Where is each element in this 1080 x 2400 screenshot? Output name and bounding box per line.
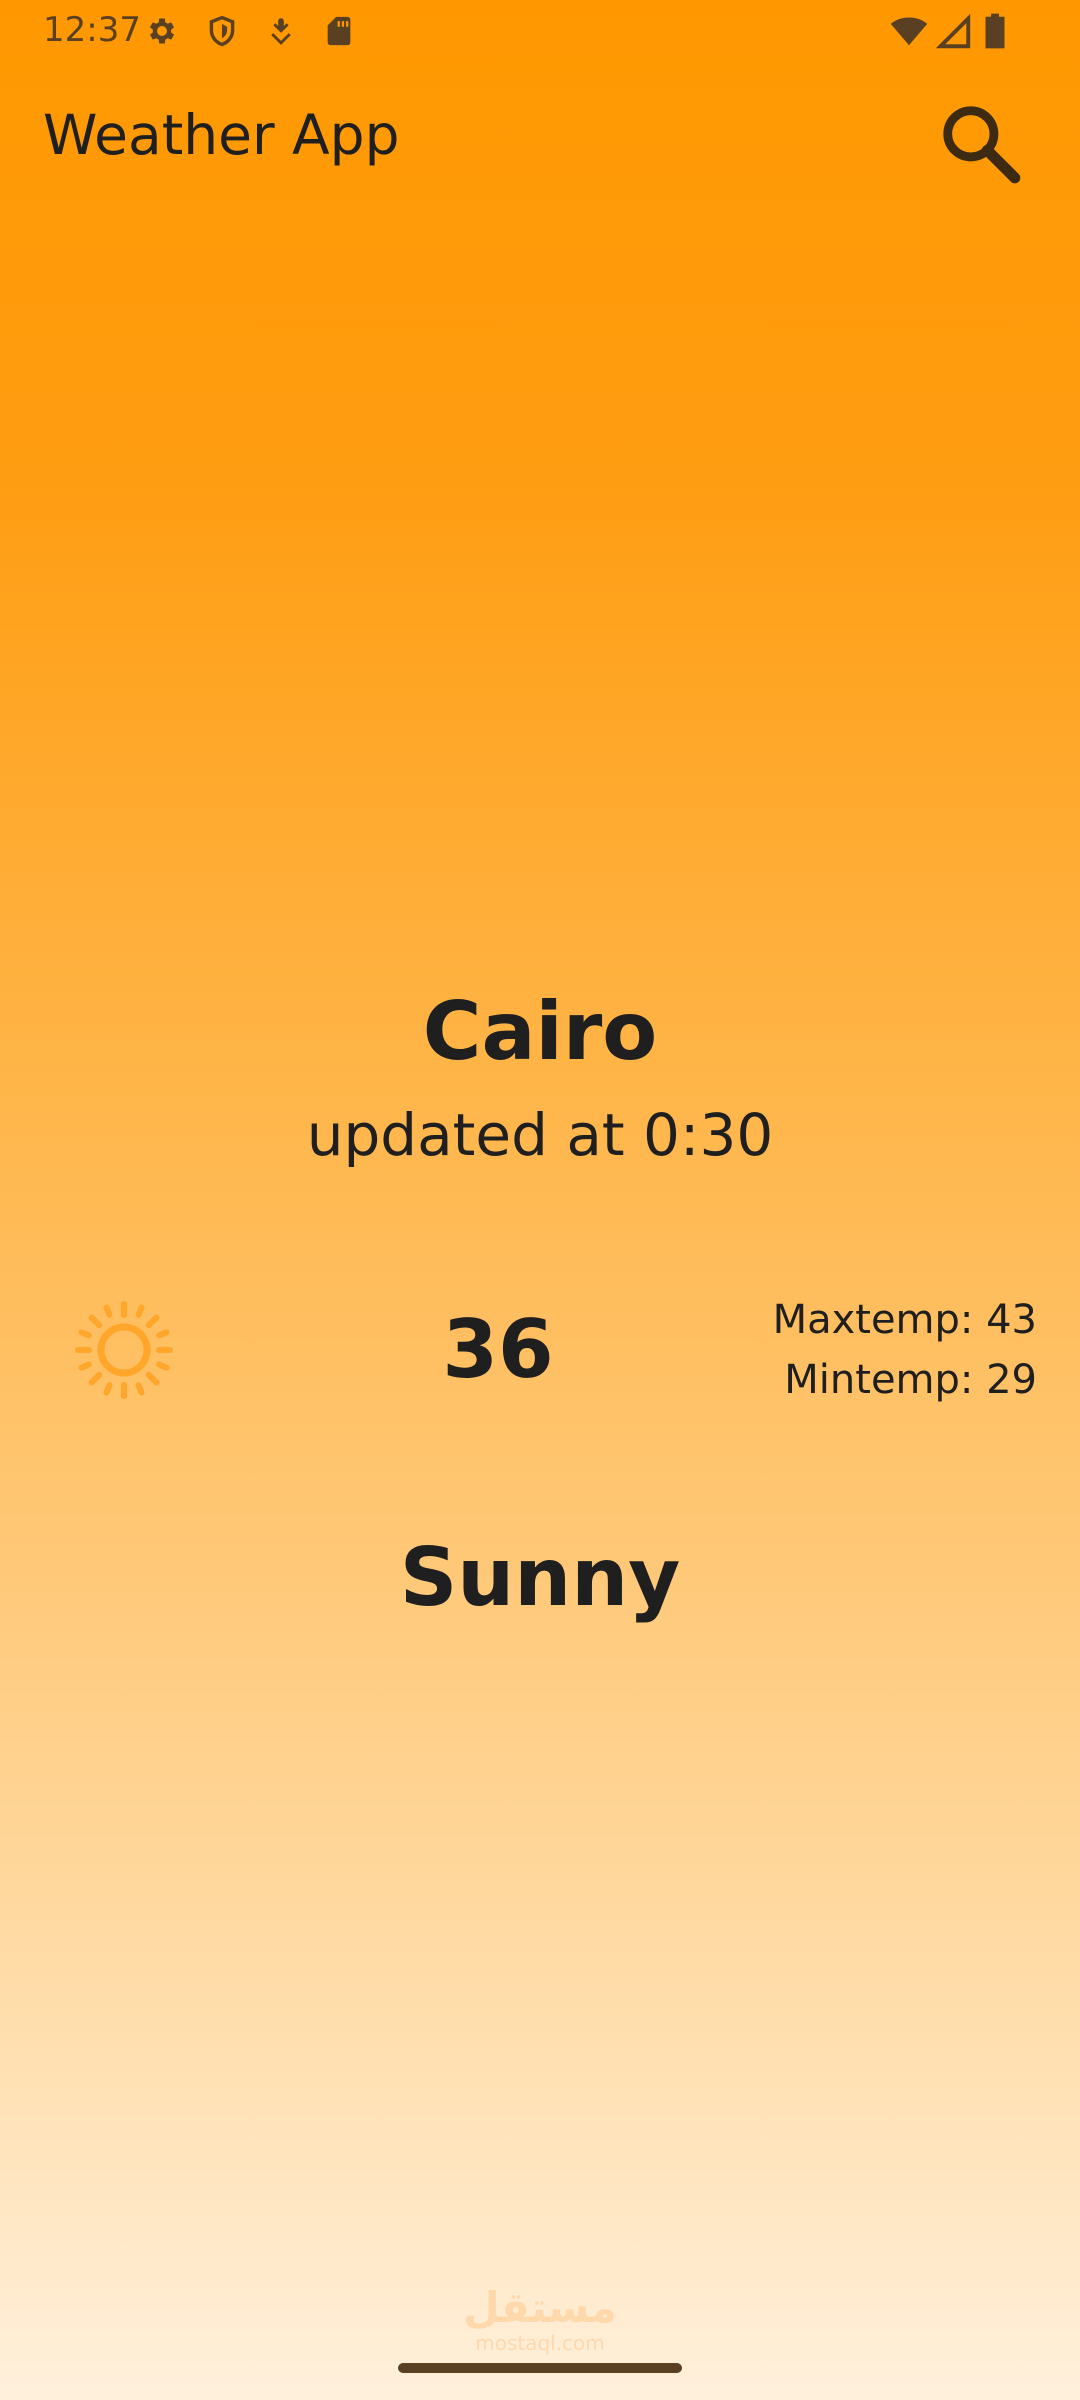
updated-time: updated at 0:30	[306, 1101, 774, 1169]
app-title: Weather App	[43, 103, 400, 167]
city-name: Cairo	[422, 985, 658, 1078]
temp-range: Maxtemp: 43 Mintemp: 29	[737, 1290, 1037, 1410]
watermark: مستقل mostaql.com	[0, 2283, 1080, 2356]
sd-card-icon	[322, 14, 356, 48]
gear-icon	[145, 14, 179, 48]
weather-condition: Sunny	[399, 1531, 681, 1624]
status-time: 12:37	[43, 10, 141, 50]
download-icon	[264, 14, 298, 48]
watermark-url: mostaql.com	[475, 2331, 605, 2355]
shield-icon	[205, 14, 239, 48]
status-bar: 12:37	[0, 0, 1080, 62]
search-button[interactable]	[925, 88, 1035, 198]
min-temp: Mintemp: 29	[784, 1357, 1037, 1403]
watermark-logo: مستقل	[463, 2283, 617, 2332]
sun-icon	[74, 1300, 174, 1400]
app-bar: Weather App	[0, 62, 1080, 206]
signal-icon	[936, 14, 972, 50]
weather-row: 36 Maxtemp: 43 Mintemp: 29	[0, 1290, 1080, 1410]
max-temp: Maxtemp: 43	[772, 1297, 1037, 1343]
current-temp: 36	[442, 1303, 554, 1396]
gesture-handle[interactable]	[398, 2363, 682, 2373]
battery-icon	[980, 12, 1010, 50]
wifi-icon	[890, 12, 928, 50]
search-icon	[943, 106, 1021, 184]
